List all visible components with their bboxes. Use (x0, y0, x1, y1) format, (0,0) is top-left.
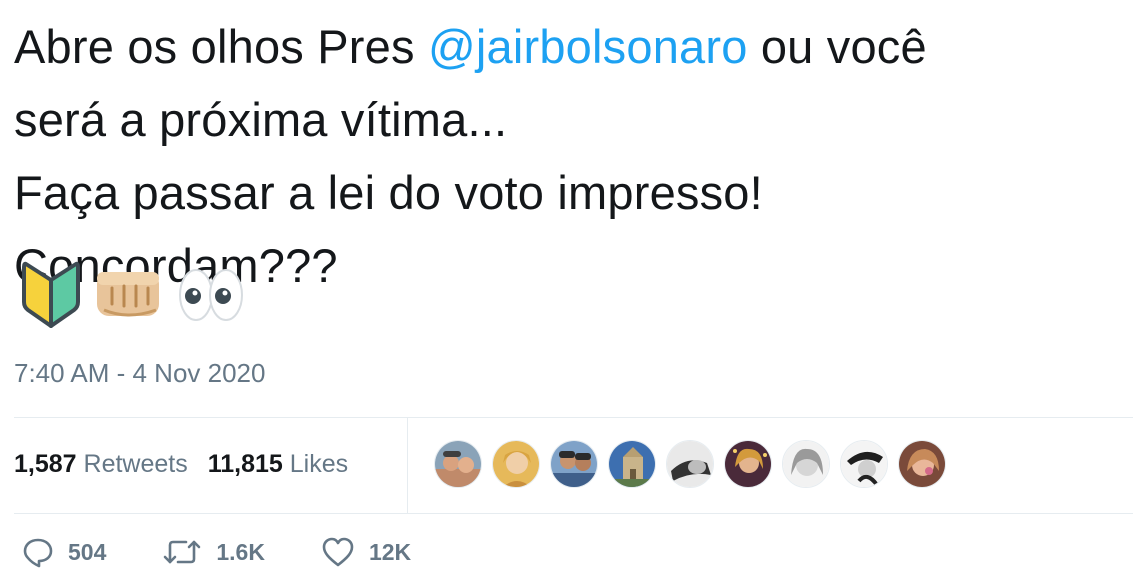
stats-vertical-divider (407, 418, 408, 513)
reply-count: 504 (68, 538, 107, 565)
tweet-actions: 504 1.6K 12K (22, 536, 467, 568)
tweet-line-3: Faça passar a lei do voto impresso! (14, 166, 763, 219)
retweet-count: 1.6K (216, 538, 265, 565)
eyes-icon (176, 264, 246, 331)
tweet-stats: 1,587 Retweets 11,815 Likes (14, 450, 348, 479)
tweet-line-2: será a próxima vítima... (14, 93, 508, 146)
tweet-text: Abre os olhos Pres @jairbolsonaro ou voc… (14, 10, 1124, 302)
retweet-icon (162, 536, 202, 568)
like-button[interactable]: 12K (321, 536, 411, 568)
emoji-row (20, 260, 246, 335)
avatar[interactable] (898, 440, 946, 488)
retweets-stat[interactable]: 1,587 Retweets (14, 450, 188, 478)
tweet-text-segment: Abre os olhos Pres (14, 20, 428, 73)
heart-icon (321, 536, 355, 568)
divider (14, 417, 1133, 418)
mention-link[interactable]: @jairbolsonaro (428, 20, 748, 73)
avatar[interactable] (550, 440, 598, 488)
tweet-timestamp[interactable]: 7:40 AM - 4 Nov 2020 (14, 358, 265, 389)
avatar[interactable] (724, 440, 772, 488)
avatar[interactable] (666, 440, 714, 488)
reply-button[interactable]: 504 (22, 536, 106, 568)
retweets-label: Retweets (83, 450, 188, 478)
tweet-line-1: Abre os olhos Pres @jairbolsonaro ou voc… (14, 10, 1124, 83)
reply-icon (22, 536, 54, 568)
retweet-button[interactable]: 1.6K (162, 536, 265, 568)
likes-label: Likes (289, 450, 349, 478)
beginner-symbol-icon (20, 260, 82, 335)
oncoming-fist-icon (94, 264, 164, 331)
avatar[interactable] (492, 440, 540, 488)
likes-count: 11,815 (207, 450, 283, 478)
avatar[interactable] (840, 440, 888, 488)
avatar[interactable] (434, 440, 482, 488)
liked-by-avatars (434, 440, 946, 488)
divider (14, 513, 1133, 514)
like-count: 12K (368, 538, 412, 565)
retweets-count: 1,587 (14, 450, 77, 478)
avatar[interactable] (608, 440, 656, 488)
likes-stat[interactable]: 11,815 Likes (208, 450, 348, 478)
tweet-text-segment: ou você (747, 20, 927, 73)
avatar[interactable] (782, 440, 830, 488)
